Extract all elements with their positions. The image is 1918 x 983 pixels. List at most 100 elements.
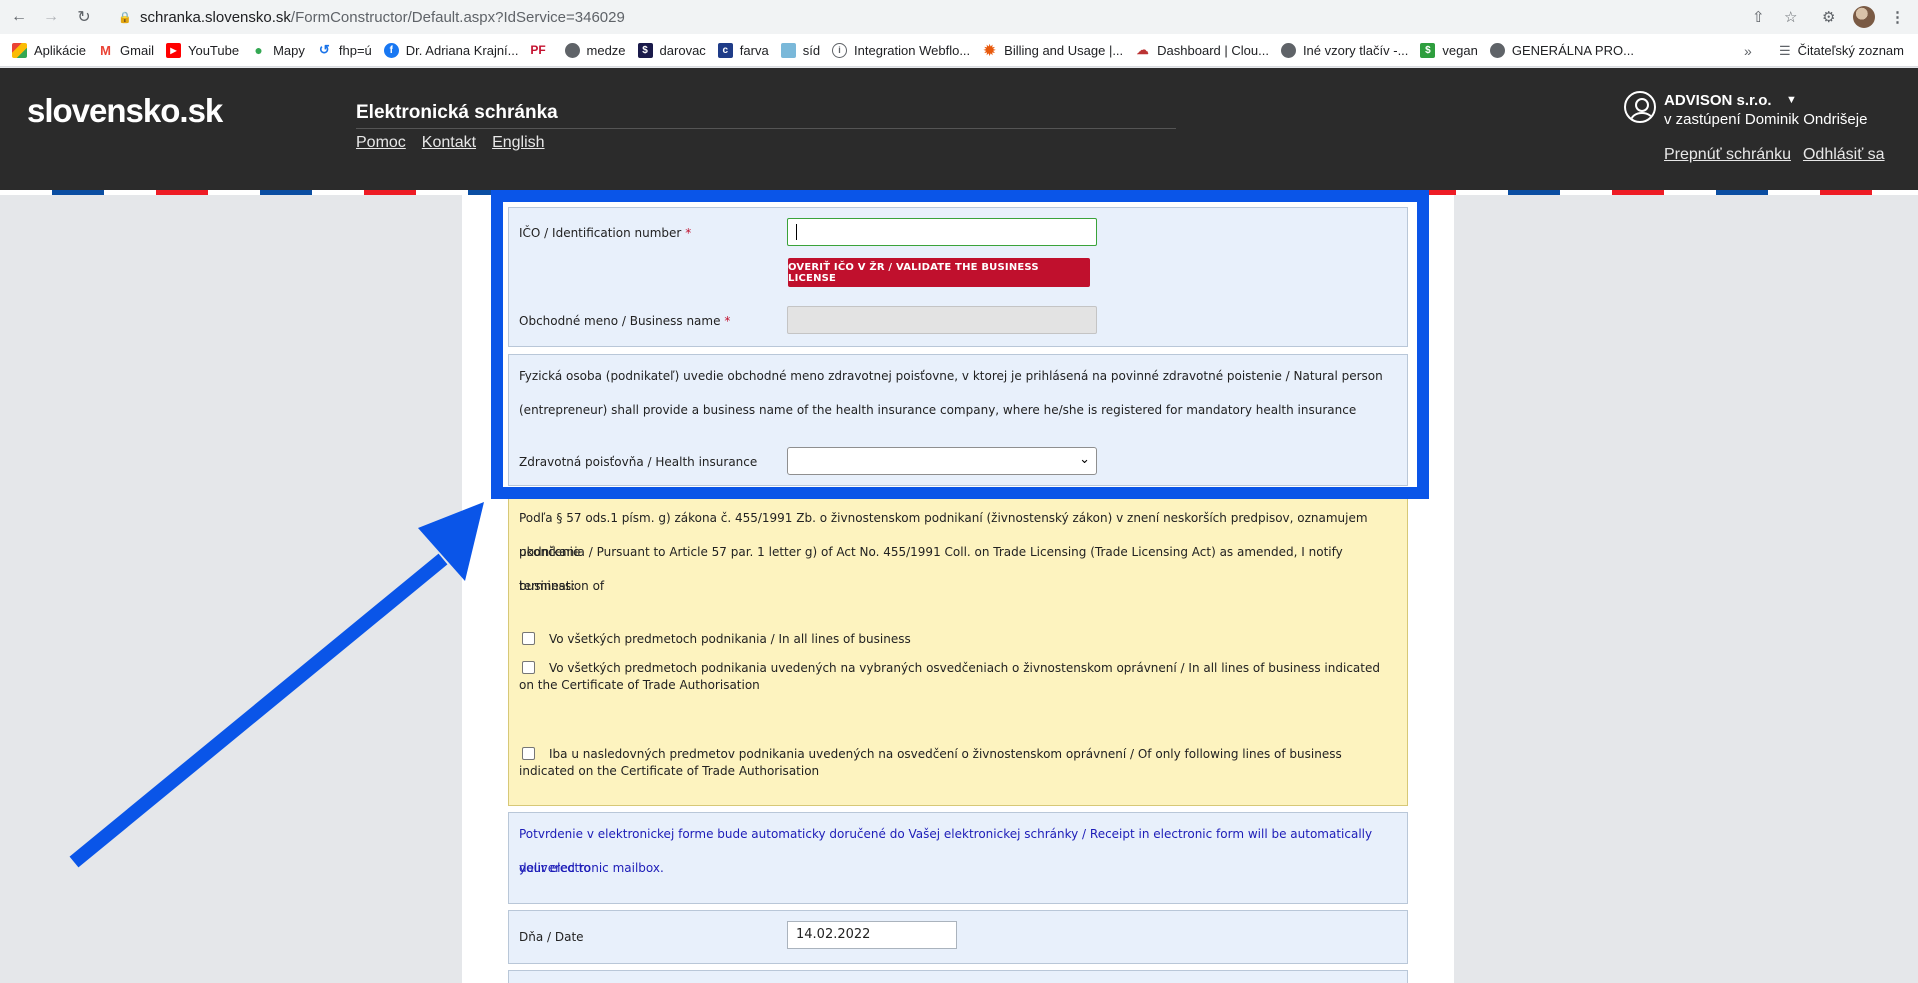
more-bookmarks-button[interactable]: » xyxy=(1744,34,1752,67)
bookmark-farva[interactable]: c farva xyxy=(717,42,769,58)
bookmark-medze[interactable]: medze xyxy=(564,42,626,58)
user-representative: v zastúpení Dominik Ondrišeje xyxy=(1664,111,1868,128)
bookmark-facebook[interactable]: f Dr. Adriana Krajní... xyxy=(383,42,519,58)
next-panel xyxy=(508,970,1408,983)
bookmark-label: Integration Webflo... xyxy=(854,42,971,58)
checkbox-following-lines[interactable] xyxy=(522,747,535,760)
site-header: slovensko.sk Elektronická schránka Pomoc… xyxy=(0,68,1918,190)
switch-mailbox-link[interactable]: Prepnúť schránku xyxy=(1664,146,1791,164)
link-help[interactable]: Pomoc xyxy=(356,134,406,152)
user-name[interactable]: ADVISON s.r.o. xyxy=(1664,92,1772,109)
header-actions: Prepnúť schránku Odhlásiť sa xyxy=(1664,146,1885,164)
apps-grid-icon xyxy=(12,42,27,58)
browser-toolbar: ← → ↻ 🔒 schranka.slovensko.sk/FormConstr… xyxy=(0,0,1918,34)
reading-list-label: Čitateľský zoznam xyxy=(1797,43,1904,58)
bookmark-youtube[interactable]: ▶ YouTube xyxy=(165,42,240,58)
bookmark-label: medze xyxy=(586,42,626,58)
checkbox-row-all-lines: Vo všetkých predmetoch podnikania / In a… xyxy=(519,631,1387,648)
checkbox-label: Vo všetkých predmetoch podnikania uveden… xyxy=(519,661,1380,692)
service-title: Elektronická schránka xyxy=(356,102,558,123)
globe-icon xyxy=(564,42,580,58)
bookmark-label: farva xyxy=(739,42,769,58)
logout-link[interactable]: Odhlásiť sa xyxy=(1803,146,1885,164)
bookmark-label: Billing and Usage |... xyxy=(1004,42,1124,58)
bookmark-label: Mapy xyxy=(273,42,305,58)
receipt-panel: Potvrdenie v elektronickej forme bude au… xyxy=(508,812,1408,904)
link-english[interactable]: English xyxy=(492,134,544,152)
termination-line-3: business: xyxy=(519,579,576,593)
globe-icon xyxy=(1280,42,1296,58)
checkbox-label: Iba u nasledovných predmetov podnikania … xyxy=(519,747,1342,778)
reading-list-button[interactable]: ☰ Čitateľský zoznam xyxy=(1779,34,1904,67)
divider xyxy=(356,128,1176,129)
cloud-icon: ☁ xyxy=(1135,42,1151,58)
maps-pin-icon: ● xyxy=(251,42,267,58)
date-panel: Dňa / Date 14.02.2022 xyxy=(508,910,1408,964)
info-icon: i xyxy=(832,42,848,58)
bookmark-generalna[interactable]: GENERÁLNA PRO... xyxy=(1489,42,1634,58)
c-icon: c xyxy=(717,42,733,58)
bookmark-label: Dashboard | Clou... xyxy=(1157,42,1269,58)
bookmark-dashboard[interactable]: ☁ Dashboard | Clou... xyxy=(1135,42,1269,58)
header-links: Pomoc Kontakt English xyxy=(356,134,545,152)
user-account-icon[interactable] xyxy=(1624,91,1656,123)
reading-list-icon: ☰ xyxy=(1778,42,1791,58)
link-contact[interactable]: Kontakt xyxy=(422,134,476,152)
facebook-icon: f xyxy=(383,42,399,58)
date-label: Dňa / Date xyxy=(519,930,584,944)
checkbox-all-lines[interactable] xyxy=(522,632,535,645)
url-path: /FormConstructor/Default.aspx?IdService=… xyxy=(290,8,625,26)
bookmark-apps[interactable]: Aplikácie xyxy=(12,42,86,58)
bookmark-vegan[interactable]: $ vegan xyxy=(1420,42,1478,58)
bookmark-label: YouTube xyxy=(187,42,240,58)
globe-icon xyxy=(1489,42,1505,58)
url-host: schranka.slovensko.sk xyxy=(140,8,291,26)
bookmarks-bar: Aplikácie M Gmail ▶ YouTube ● Mapy ↺ fhp=ú f… xyxy=(0,34,1918,67)
bookmark-label: Iné vzory tlačív -... xyxy=(1302,42,1409,58)
star-icon[interactable]: ☆ xyxy=(1784,6,1797,28)
address-bar[interactable]: 🔒 schranka.slovensko.sk/FormConstructor/… xyxy=(104,4,1794,30)
avatar[interactable] xyxy=(1853,6,1875,28)
gmail-icon: M xyxy=(98,42,114,58)
lock-icon: 🔒 xyxy=(118,12,132,24)
checkbox-selected-certificates[interactable] xyxy=(522,661,535,674)
bookmark-label: fhp=ú xyxy=(338,42,372,58)
checkbox-row-selected-certificates: Vo všetkých predmetoch podnikania uveden… xyxy=(519,660,1387,694)
share-icon[interactable]: ⇧ xyxy=(1752,6,1765,28)
bookmark-vzory[interactable]: Iné vzory tlačív -... xyxy=(1280,42,1409,58)
menu-icon[interactable]: ⋮ xyxy=(1890,6,1905,28)
forward-icon[interactable]: → xyxy=(40,6,62,28)
bookmark-webflow[interactable]: i Integration Webflo... xyxy=(832,42,971,58)
bookmark-billing[interactable]: ✹ Billing and Usage |... xyxy=(982,41,1124,58)
profile-avatar[interactable] xyxy=(1853,6,1875,28)
bookmark-sid[interactable]: síd xyxy=(780,42,820,58)
history-icon: ↺ xyxy=(316,42,332,58)
bookmark-label: Dr. Adriana Krajní... xyxy=(405,42,519,58)
termination-panel: Podľa § 57 ods.1 písm. g) zákona č. 455/… xyxy=(508,496,1408,806)
chevron-down-icon[interactable]: ▼ xyxy=(1786,94,1797,106)
site-logo[interactable]: slovensko.sk xyxy=(27,92,223,130)
dollar-icon: $ xyxy=(637,42,653,58)
checkbox-row-following-lines: Iba u nasledovných predmetov podnikania … xyxy=(519,746,1387,780)
bookmark-pf[interactable]: PF xyxy=(530,42,553,58)
bookmark-maps[interactable]: ● Mapy xyxy=(251,42,305,58)
bookmark-gmail[interactable]: M Gmail xyxy=(98,42,154,58)
youtube-icon: ▶ xyxy=(165,42,181,58)
bookmark-label: Gmail xyxy=(120,42,154,58)
checkbox-label: Vo všetkých predmetoch podnikania / In a… xyxy=(549,632,911,646)
bookmark-label: vegan xyxy=(1442,42,1478,58)
bookmark-label: GENERÁLNA PRO... xyxy=(1511,42,1634,58)
extensions-icon[interactable]: ⚙ xyxy=(1822,6,1835,28)
receipt-line-2: your electronic mailbox. xyxy=(519,861,664,875)
bookmark-darovac[interactable]: $ darovac xyxy=(637,42,706,58)
sun-icon: ✹ xyxy=(982,41,998,58)
back-icon[interactable]: ← xyxy=(8,6,30,28)
highlight-box xyxy=(491,190,1429,499)
pf-icon: PF xyxy=(530,42,546,58)
sid-icon xyxy=(780,42,796,58)
bookmark-fhp[interactable]: ↺ fhp=ú xyxy=(316,42,372,58)
reload-icon[interactable]: ↻ xyxy=(73,6,95,28)
vegan-icon: $ xyxy=(1420,42,1436,58)
bookmark-label: darovac xyxy=(659,42,706,58)
date-input[interactable]: 14.02.2022 xyxy=(787,921,957,949)
